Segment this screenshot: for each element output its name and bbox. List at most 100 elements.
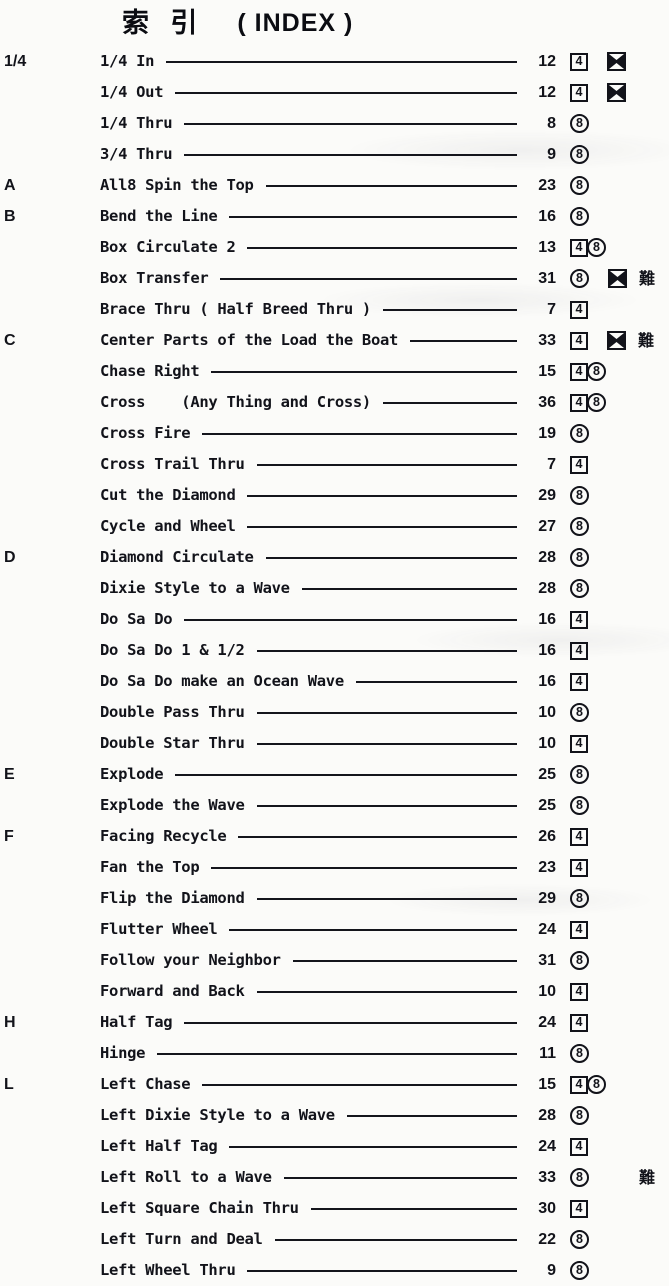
index-page-number[interactable]: 12 (526, 84, 556, 102)
index-entry-name[interactable]: Left Square Chain Thru (100, 1199, 299, 1217)
index-entry-name[interactable]: Center Parts of the Load the Boat (100, 331, 398, 349)
index-page-number[interactable]: 24 (526, 1138, 556, 1156)
index-row[interactable]: Dixie Style to a Wave 28 8 (0, 573, 669, 604)
index-entry-name[interactable]: Forward and Back (100, 982, 245, 1000)
index-entry-name[interactable]: Box Circulate 2 (100, 238, 236, 256)
index-entry-name[interactable]: Cycle and Wheel (100, 517, 236, 535)
index-entry-name[interactable]: Cross (Any Thing and Cross) (100, 393, 371, 411)
index-page-number[interactable]: 16 (526, 673, 556, 691)
index-row[interactable]: Do Sa Do 1 & 1/2 16 4 (0, 635, 669, 666)
index-row[interactable]: Follow your Neighbor 31 8 (0, 945, 669, 976)
index-page-number[interactable]: 9 (526, 146, 556, 164)
index-page-number[interactable]: 36 (526, 394, 556, 412)
index-entry-name[interactable]: 1/4 In (100, 52, 155, 70)
index-entry-name[interactable]: Left Turn and Deal (100, 1230, 263, 1248)
index-entry-name[interactable]: Explode (100, 765, 164, 783)
index-row[interactable]: Hinge 11 8 (0, 1038, 669, 1069)
index-row[interactable]: A All8 Spin the Top 23 8 (0, 170, 669, 201)
index-entry-name[interactable]: Dixie Style to a Wave (100, 579, 290, 597)
index-page-number[interactable]: 31 (526, 952, 556, 970)
index-row[interactable]: Chase Right 15 4 8 (0, 356, 669, 387)
index-entry-name[interactable]: Flutter Wheel (100, 920, 218, 938)
index-entry-name[interactable]: Fan the Top (100, 858, 200, 876)
index-row[interactable]: D Diamond Circulate 28 8 (0, 542, 669, 573)
index-row[interactable]: Left Half Tag 24 4 (0, 1131, 669, 1162)
index-row[interactable]: Forward and Back 10 4 (0, 976, 669, 1007)
index-row[interactable]: Left Square Chain Thru 30 4 (0, 1193, 669, 1224)
index-page-number[interactable]: 10 (526, 983, 556, 1001)
index-row[interactable]: Left Dixie Style to a Wave 28 8 (0, 1100, 669, 1131)
index-row[interactable]: Box Circulate 2 13 4 8 (0, 232, 669, 263)
index-row[interactable]: 1/4 Thru 8 8 (0, 108, 669, 139)
index-page-number[interactable]: 12 (526, 53, 556, 71)
index-page-number[interactable]: 19 (526, 425, 556, 443)
index-row[interactable]: Double Star Thru 10 4 (0, 728, 669, 759)
index-page-number[interactable]: 16 (526, 208, 556, 226)
index-page-number[interactable]: 23 (526, 859, 556, 877)
index-row[interactable]: B Bend the Line 16 8 (0, 201, 669, 232)
index-row[interactable]: Fan the Top 23 4 (0, 852, 669, 883)
index-entry-name[interactable]: 3/4 Thru (100, 145, 173, 163)
index-row[interactable]: Brace Thru ( Half Breed Thru ) 7 4 (0, 294, 669, 325)
index-entry-name[interactable]: 1/4 Out (100, 83, 164, 101)
index-page-number[interactable]: 25 (526, 766, 556, 784)
index-entry-name[interactable]: All8 Spin the Top (100, 176, 254, 194)
index-page-number[interactable]: 16 (526, 642, 556, 660)
index-entry-name[interactable]: Explode the Wave (100, 796, 245, 814)
index-row[interactable]: 1/4 1/4 In 12 4 (0, 46, 669, 77)
index-entry-name[interactable]: Do Sa Do 1 & 1/2 (100, 641, 245, 659)
index-row[interactable]: Flutter Wheel 24 4 (0, 914, 669, 945)
index-entry-name[interactable]: Brace Thru ( Half Breed Thru ) (100, 300, 371, 318)
index-page-number[interactable]: 33 (526, 1169, 556, 1187)
index-entry-name[interactable]: Left Wheel Thru (100, 1261, 236, 1279)
index-page-number[interactable]: 29 (526, 487, 556, 505)
index-page-number[interactable]: 23 (526, 177, 556, 195)
index-page-number[interactable]: 24 (526, 1014, 556, 1032)
index-page-number[interactable]: 31 (526, 270, 556, 288)
index-page-number[interactable]: 22 (526, 1231, 556, 1249)
index-entry-name[interactable]: Left Dixie Style to a Wave (100, 1106, 335, 1124)
index-entry-name[interactable]: Follow your Neighbor (100, 951, 281, 969)
index-row[interactable]: Do Sa Do 16 4 (0, 604, 669, 635)
index-entry-name[interactable]: Double Star Thru (100, 734, 245, 752)
index-row[interactable]: Left Turn and Deal 22 8 (0, 1224, 669, 1255)
index-row[interactable]: Cross Trail Thru 7 4 (0, 449, 669, 480)
index-row[interactable]: Cut the Diamond 29 8 (0, 480, 669, 511)
index-row[interactable]: C Center Parts of the Load the Boat 33 4 難 (0, 325, 669, 356)
index-page-number[interactable]: 25 (526, 797, 556, 815)
index-entry-name[interactable]: Left Chase (100, 1075, 191, 1093)
index-entry-name[interactable]: Box Transfer (100, 269, 209, 287)
index-entry-name[interactable]: Cross Fire (100, 424, 191, 442)
index-page-number[interactable]: 28 (526, 549, 556, 567)
index-entry-name[interactable]: Bend the Line (100, 207, 218, 225)
index-row[interactable]: H Half Tag 24 4 (0, 1007, 669, 1038)
index-page-number[interactable]: 26 (526, 828, 556, 846)
index-page-number[interactable]: 10 (526, 704, 556, 722)
index-page-number[interactable]: 13 (526, 239, 556, 257)
index-page-number[interactable]: 24 (526, 921, 556, 939)
index-row[interactable]: Double Pass Thru 10 8 (0, 697, 669, 728)
index-row[interactable]: F Facing Recycle 26 4 (0, 821, 669, 852)
index-row[interactable]: 1/4 Out 12 4 (0, 77, 669, 108)
index-entry-name[interactable]: 1/4 Thru (100, 114, 173, 132)
index-entry-name[interactable]: Cut the Diamond (100, 486, 236, 504)
index-entry-name[interactable]: Chase Right (100, 362, 200, 380)
index-page-number[interactable]: 33 (526, 332, 556, 350)
index-entry-name[interactable]: Do Sa Do (100, 610, 173, 628)
index-row[interactable]: Flip the Diamond 29 8 (0, 883, 669, 914)
index-page-number[interactable]: 27 (526, 518, 556, 536)
index-row[interactable]: Cycle and Wheel 27 8 (0, 511, 669, 542)
index-page-number[interactable]: 10 (526, 735, 556, 753)
index-row[interactable]: Left Roll to a Wave 33 8 難 (0, 1162, 669, 1193)
index-row[interactable]: E Explode 25 8 (0, 759, 669, 790)
index-entry-name[interactable]: Facing Recycle (100, 827, 227, 845)
index-entry-name[interactable]: Hinge (100, 1044, 145, 1062)
index-page-number[interactable]: 9 (526, 1262, 556, 1280)
index-page-number[interactable]: 8 (526, 115, 556, 133)
index-page-number[interactable]: 28 (526, 580, 556, 598)
index-row[interactable]: L Left Chase 15 4 8 (0, 1069, 669, 1100)
index-entry-name[interactable]: Double Pass Thru (100, 703, 245, 721)
index-page-number[interactable]: 16 (526, 611, 556, 629)
index-entry-name[interactable]: Cross Trail Thru (100, 455, 245, 473)
index-page-number[interactable]: 15 (526, 363, 556, 381)
